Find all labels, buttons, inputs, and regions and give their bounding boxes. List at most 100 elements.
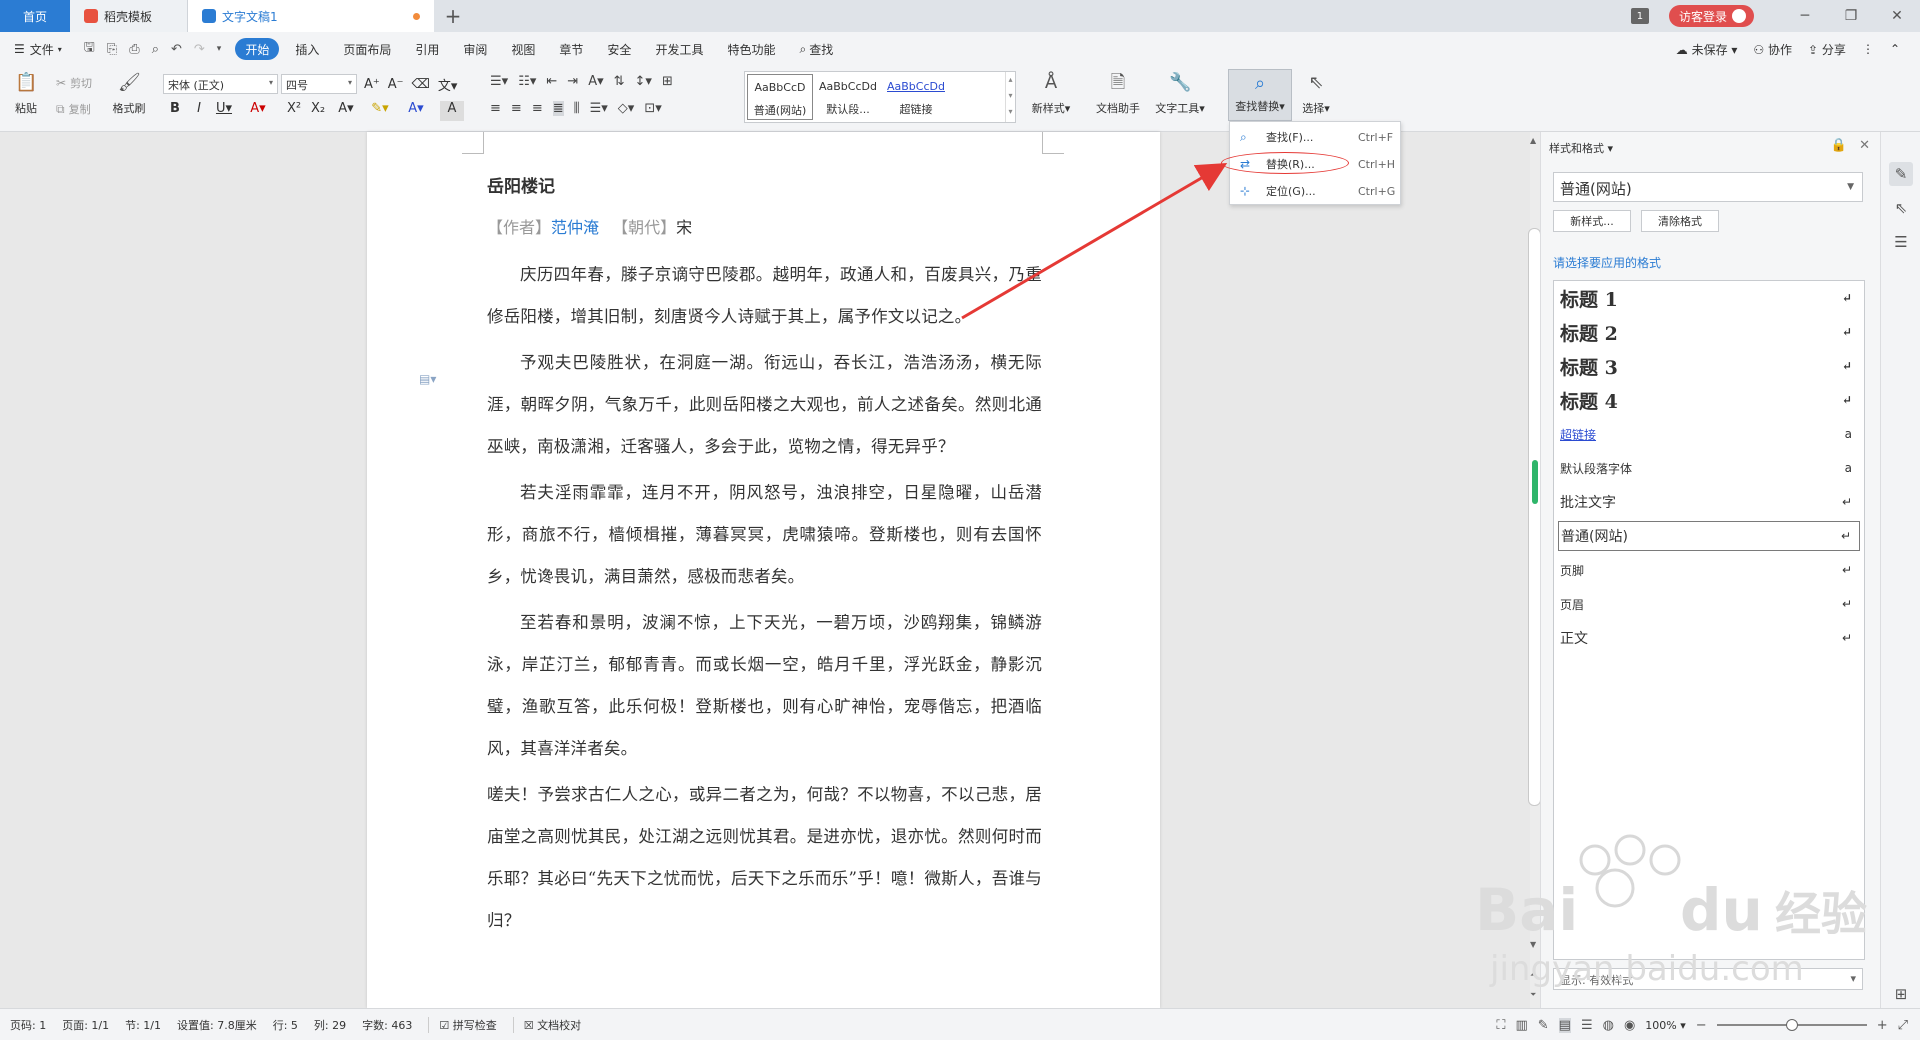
- show-styles-select[interactable]: 显示: 有效样式 ▾: [1553, 968, 1863, 990]
- style-heading-1[interactable]: 标题 1 ↵: [1558, 283, 1860, 313]
- italic-button[interactable]: I: [187, 101, 211, 121]
- shading-icon[interactable]: ◇▾: [618, 101, 635, 116]
- print-preview-icon[interactable]: ⌕: [152, 42, 159, 57]
- spell-check-button[interactable]: ☑ 拼写检查: [428, 1016, 497, 1033]
- justify-icon[interactable]: ≣: [552, 101, 564, 116]
- style-hyperlink[interactable]: AaBbCcDd 超链接: [883, 74, 949, 120]
- find-replace-button[interactable]: ⌕ 查找替换▾: [1228, 69, 1292, 121]
- export-icon[interactable]: ⎘: [107, 42, 117, 57]
- underline-button[interactable]: U▾: [212, 101, 236, 121]
- window-count-badge[interactable]: 1: [1630, 8, 1649, 24]
- format-painter-button[interactable]: 🖌 格式刷: [106, 70, 152, 116]
- web-view-icon[interactable]: ◍: [1603, 1018, 1614, 1033]
- redo-icon[interactable]: ↷: [194, 42, 205, 57]
- minimize-icon[interactable]: ─: [1782, 0, 1828, 32]
- new-style-button[interactable]: Å 新样式▾: [1026, 70, 1076, 116]
- close-icon[interactable]: ✕: [1874, 0, 1920, 32]
- new-style-panel-button[interactable]: 新样式...: [1553, 210, 1631, 232]
- style-normal-web-item[interactable]: 普通(网站) ↵: [1558, 521, 1860, 551]
- copy-button[interactable]: ⧉ 复制: [56, 101, 91, 117]
- style-heading-3[interactable]: 标题 3 ↵: [1558, 351, 1860, 381]
- pointer-icon[interactable]: ⇖: [1889, 196, 1913, 220]
- more-icon[interactable]: ⋮: [1862, 42, 1874, 56]
- font-color-button[interactable]: A▾: [404, 101, 428, 121]
- collab-button[interactable]: ⚇ 协作: [1753, 41, 1792, 58]
- zoom-level[interactable]: 100% ▾: [1645, 1019, 1685, 1032]
- eye-protect-icon[interactable]: ◉: [1624, 1018, 1635, 1033]
- table-grid-icon[interactable]: ⊞: [662, 74, 673, 89]
- status-row[interactable]: 行: 5: [273, 1017, 298, 1033]
- expand-icon[interactable]: ⤢: [1898, 1018, 1908, 1033]
- tab-document[interactable]: 文字文稿1: [188, 0, 434, 32]
- bold-button[interactable]: B: [163, 101, 187, 121]
- chinese-layout-icon[interactable]: A▾: [588, 74, 603, 89]
- distribute-icon[interactable]: ⫼: [574, 101, 580, 116]
- new-tab-button[interactable]: +: [434, 0, 472, 32]
- align-center-icon[interactable]: ≡: [511, 101, 522, 116]
- superscript-button[interactable]: X²: [282, 101, 306, 121]
- status-setting[interactable]: 设置值: 7.8厘米: [177, 1017, 257, 1033]
- menu-developer[interactable]: 开发工具: [643, 38, 715, 60]
- cut-button[interactable]: ✂ 剪切: [56, 75, 92, 91]
- status-section[interactable]: 节: 1/1: [125, 1017, 161, 1033]
- style-heading-2[interactable]: 标题 2 ↵: [1558, 317, 1860, 347]
- unsaved-status[interactable]: ☁ 未保存 ▾: [1676, 41, 1738, 58]
- zoom-slider-knob[interactable]: [1785, 1019, 1798, 1031]
- select-button[interactable]: ⇖ 选择▾: [1294, 70, 1338, 116]
- document-body[interactable]: 岳阳楼记 【作者】范仲淹 【朝代】宋 庆历四年春，滕子京谪守巴陵郡。越明年，政通…: [487, 172, 1042, 946]
- font-name-select[interactable]: 宋体 (正文) ▾: [163, 74, 278, 94]
- sort-icon[interactable]: ⇅: [614, 74, 625, 89]
- restore-icon[interactable]: ❐: [1828, 0, 1874, 32]
- style-header[interactable]: 页眉 ↵: [1558, 589, 1860, 619]
- menu-references[interactable]: 引用: [403, 38, 451, 60]
- tab-home[interactable]: 首页: [0, 0, 70, 32]
- increase-indent-icon[interactable]: ⇥: [567, 74, 578, 89]
- style-hyperlink-item[interactable]: 超链接 a: [1558, 419, 1860, 449]
- edit-mode-icon[interactable]: ✎: [1538, 1018, 1549, 1033]
- save-icon[interactable]: 🖫: [84, 38, 95, 60]
- scroll-down-icon[interactable]: ▼: [1530, 940, 1536, 949]
- shrink-font-icon[interactable]: A⁻: [388, 77, 404, 92]
- menu-home[interactable]: 开始: [235, 38, 280, 60]
- page-view-icon[interactable]: ▤: [1558, 1017, 1571, 1033]
- undo-icon[interactable]: ↶: [171, 42, 182, 57]
- style-normal-web[interactable]: AaBbCcD 普通(网站): [747, 74, 813, 120]
- scroll-up-icon[interactable]: ▲: [1530, 136, 1536, 145]
- char-shading-button[interactable]: A: [440, 101, 464, 121]
- font-size-select[interactable]: 四号 ▾: [281, 74, 357, 94]
- sliders-icon[interactable]: ☰: [1889, 230, 1913, 254]
- menu-file[interactable]: ☰ 文件 ▾: [12, 38, 74, 60]
- clear-format-button[interactable]: 清除格式: [1641, 210, 1719, 232]
- share-button[interactable]: ⇪ 分享: [1808, 41, 1846, 58]
- menu-insert[interactable]: 插入: [283, 38, 331, 60]
- proofread-button[interactable]: ☒ 文档校对: [512, 1016, 581, 1033]
- visitor-login-button[interactable]: 访客登录: [1668, 5, 1754, 27]
- panel-scroll-indicator[interactable]: [1532, 460, 1538, 504]
- doc-helper-button[interactable]: 🗎 文档助手: [1092, 70, 1144, 116]
- style-body-text[interactable]: 正文 ↵: [1558, 623, 1860, 653]
- eraser-icon[interactable]: ⌫: [412, 77, 430, 92]
- bullet-list-icon[interactable]: ☰▾: [490, 74, 508, 89]
- menu-review[interactable]: 审阅: [451, 38, 499, 60]
- phonetic-icon[interactable]: 文▾: [438, 75, 458, 94]
- author-link[interactable]: 范仲淹: [551, 218, 599, 237]
- borders-icon[interactable]: ⊡▾: [644, 101, 661, 116]
- panel-close-icon[interactable]: ✕: [1859, 138, 1870, 153]
- numbered-list-icon[interactable]: ☷▾: [518, 74, 536, 89]
- status-page-number[interactable]: 页码: 1: [10, 1017, 46, 1033]
- grid-apps-icon[interactable]: ⊞: [1889, 982, 1913, 1006]
- paragraph-spacing-icon[interactable]: ☰▾: [590, 101, 608, 116]
- current-style-select[interactable]: 普通(网站) ▼: [1553, 172, 1863, 202]
- find-menu-item[interactable]: ⌕ 查找(F)... Ctrl+F: [1230, 124, 1402, 150]
- zoom-slider[interactable]: [1716, 1019, 1867, 1031]
- style-heading-4[interactable]: 标题 4 ↵: [1558, 385, 1860, 415]
- zoom-in-icon[interactable]: +: [1877, 1018, 1888, 1033]
- paste-button[interactable]: 📋 粘贴: [4, 70, 48, 116]
- highlight-button[interactable]: ✎▾: [368, 101, 392, 121]
- collapse-ribbon-icon[interactable]: ⌃: [1890, 42, 1900, 56]
- prev-page-icon[interactable]: ⏶: [1530, 970, 1536, 980]
- status-word-count[interactable]: 字数: 463: [362, 1017, 412, 1033]
- style-comment-text[interactable]: 批注文字 ↵: [1558, 487, 1860, 517]
- fullscreen-icon[interactable]: ⛶: [1496, 1018, 1505, 1033]
- menu-page-layout[interactable]: 页面布局: [331, 38, 403, 60]
